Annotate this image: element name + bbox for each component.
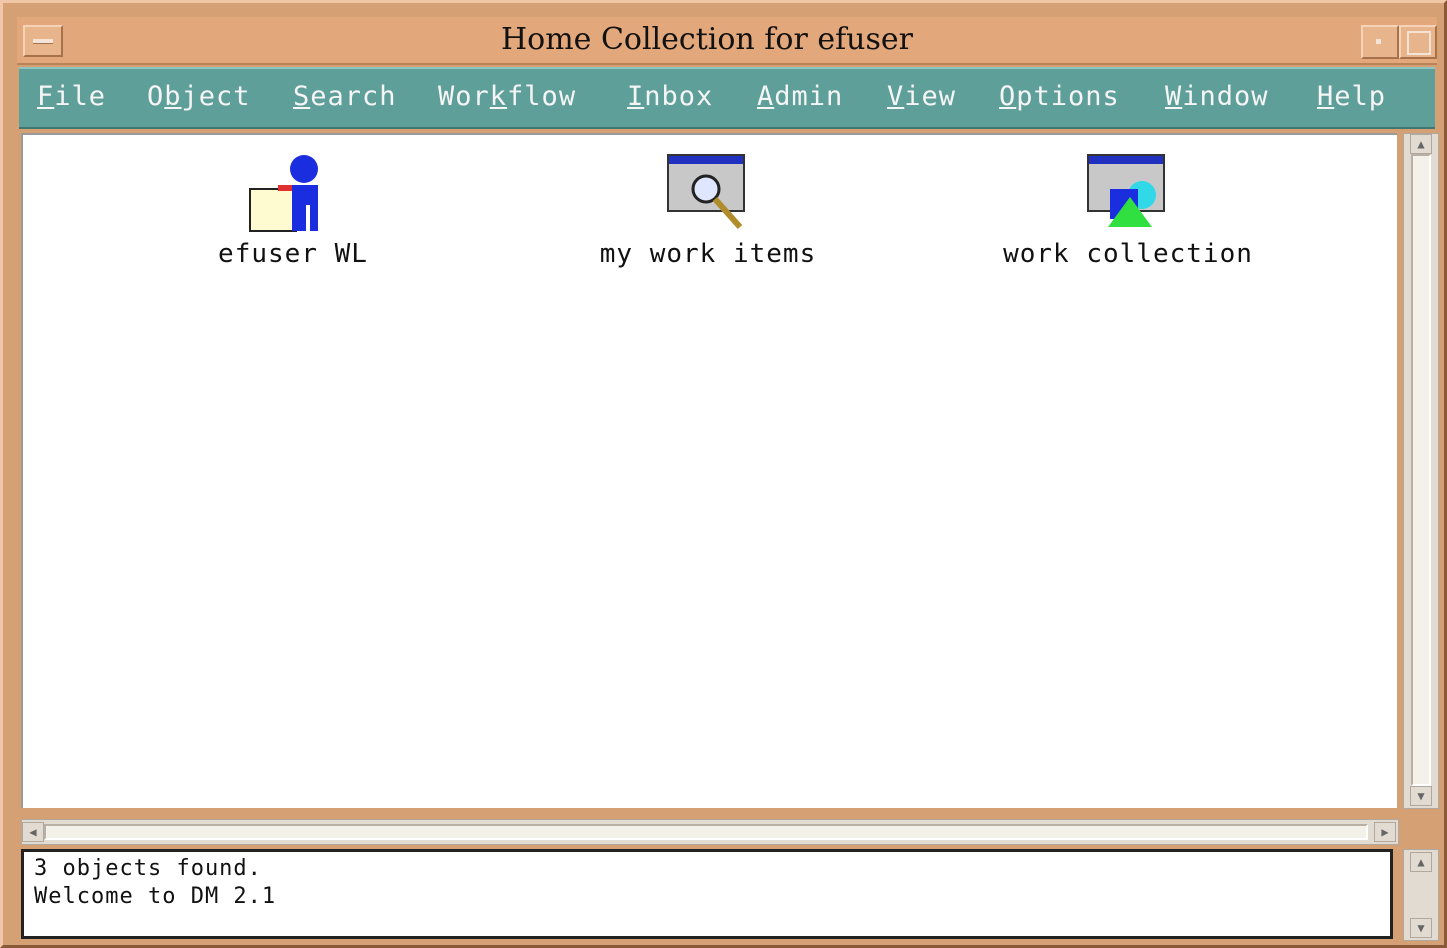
- status-scroll-up-button[interactable]: ▲: [1410, 852, 1432, 872]
- menu-options[interactable]: Options: [999, 81, 1120, 112]
- item-label: my work items: [599, 239, 817, 269]
- menu-object-prefix: O: [147, 81, 165, 112]
- scroll-right-button[interactable]: ▶: [1374, 822, 1396, 842]
- menu-search[interactable]: Search: [293, 81, 397, 112]
- menu-inbox-label: nbox: [644, 81, 714, 112]
- collection-item-efuser-wl[interactable]: efuser WL: [193, 153, 393, 269]
- collection-view[interactable]: efuser WL my work items work collection: [21, 133, 1397, 808]
- menu-help[interactable]: Help: [1317, 81, 1386, 112]
- menu-search-label: earch: [310, 81, 397, 112]
- menu-help-mnemonic: H: [1317, 81, 1335, 112]
- scroll-up-button[interactable]: ▲: [1410, 134, 1432, 154]
- scroll-down-button[interactable]: ▼: [1410, 786, 1432, 806]
- menu-view-label: iew: [904, 81, 957, 112]
- scroll-left-button[interactable]: ◀: [22, 822, 44, 842]
- menu-file[interactable]: File: [37, 81, 106, 112]
- menu-options-mnemonic: O: [999, 81, 1017, 112]
- horizontal-scroll-trough[interactable]: [44, 824, 1368, 840]
- item-label: efuser WL: [218, 239, 368, 269]
- window-menu-icon: [33, 39, 53, 44]
- menu-view-mnemonic: V: [887, 81, 905, 112]
- menu-inbox-mnemonic: I: [627, 81, 645, 112]
- menu-object-mnemonic: b: [164, 81, 182, 112]
- minimize-icon: [1376, 39, 1381, 44]
- menu-bar: File Object Search Workflow Inbox Admin …: [19, 67, 1435, 129]
- status-line-2: Welcome to DM 2.1: [34, 884, 277, 909]
- status-message-area: 3 objects found. Welcome to DM 2.1: [21, 849, 1393, 939]
- collection-item-my-work-items[interactable]: my work items: [568, 153, 848, 269]
- main-window: Home Collection for efuser File Object S…: [0, 0, 1447, 948]
- menu-admin-mnemonic: A: [757, 81, 775, 112]
- menu-search-mnemonic: S: [293, 81, 311, 112]
- menu-admin-label: dmin: [774, 81, 844, 112]
- menu-window-mnemonic: W: [1165, 81, 1183, 112]
- menu-window-label: indow: [1182, 81, 1269, 112]
- item-label: work collection: [1003, 239, 1253, 269]
- status-scrollbar[interactable]: ▲ ▼: [1403, 849, 1439, 941]
- menu-workflow-prefix: Wor: [438, 81, 490, 112]
- menu-options-label: ptions: [1016, 81, 1120, 112]
- status-scroll-down-button[interactable]: ▼: [1410, 918, 1432, 938]
- minimize-button[interactable]: [1361, 25, 1399, 59]
- menu-admin[interactable]: Admin: [757, 81, 843, 112]
- menu-workflow-label: flow: [507, 81, 577, 112]
- vertical-scrollbar[interactable]: ▲ ▼: [1403, 133, 1439, 809]
- menu-file-mnemonic: F: [37, 81, 55, 112]
- menu-workflow-mnemonic: k: [489, 81, 508, 112]
- menu-file-label: ile: [54, 81, 107, 112]
- window-menu-button[interactable]: [23, 25, 63, 57]
- title-bar[interactable]: Home Collection for efuser: [17, 17, 1437, 65]
- collection-window-icon: [1087, 154, 1165, 227]
- maximize-button[interactable]: [1399, 25, 1437, 59]
- menu-help-label: elp: [1334, 81, 1387, 112]
- user-folder-icon: [249, 155, 318, 232]
- status-line-1: 3 objects found.: [34, 856, 262, 881]
- menu-inbox[interactable]: Inbox: [627, 81, 713, 112]
- vertical-scroll-trough[interactable]: [1411, 154, 1431, 786]
- menu-workflow[interactable]: Workflow: [438, 81, 576, 112]
- menu-object-label: ject: [181, 81, 251, 112]
- maximize-icon: [1407, 31, 1431, 55]
- search-window-icon: [667, 154, 745, 229]
- menu-object[interactable]: Object: [147, 81, 251, 112]
- window-title: Home Collection for efuser: [500, 22, 913, 57]
- collection-item-work-collection[interactable]: work collection: [973, 153, 1283, 269]
- horizontal-scrollbar[interactable]: ◀ ▶: [21, 819, 1399, 845]
- menu-window[interactable]: Window: [1165, 81, 1269, 112]
- menu-view[interactable]: View: [887, 81, 956, 112]
